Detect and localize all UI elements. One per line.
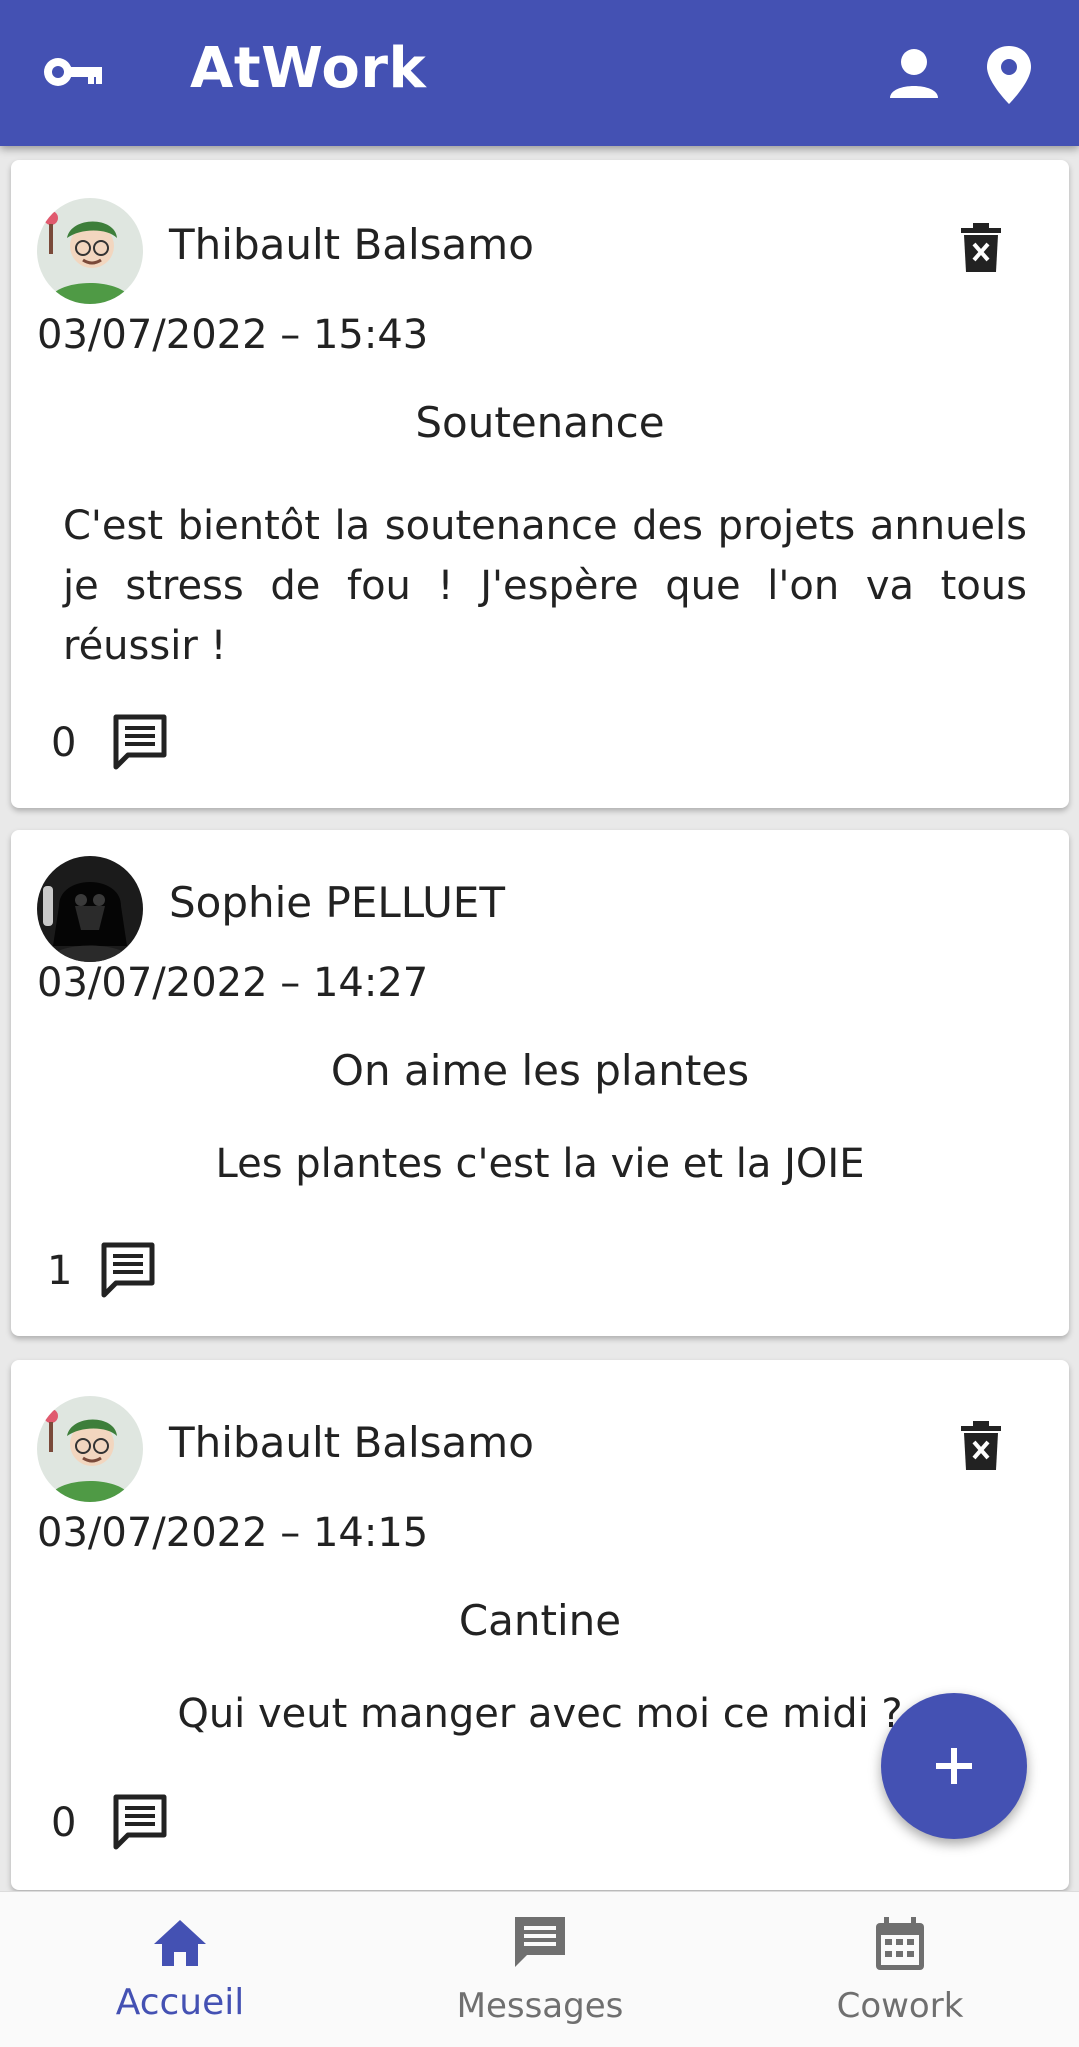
key-icon[interactable] [42,52,104,92]
home-icon [154,1920,206,1966]
delete-icon[interactable] [959,1420,1003,1472]
comment-icon[interactable] [111,714,169,770]
post-date: 03/07/2022 – 14:27 [37,960,429,1006]
add-post-button[interactable] [881,1693,1027,1839]
comment-count: 0 [51,1800,77,1846]
post-feed[interactable]: Thibault Balsamo 03/07/2022 – 15:43 Sout… [0,146,1079,1891]
nav-label: Cowork [836,1986,964,2026]
post-card[interactable]: Thibault Balsamo 03/07/2022 – 15:43 Sout… [11,160,1069,808]
avatar [37,856,143,962]
comment-icon[interactable] [111,1794,169,1850]
post-author[interactable]: Thibault Balsamo [169,220,534,269]
nav-label: Accueil [115,1982,245,2023]
post-title: On aime les plantes [330,1046,750,1095]
post-body: C'est bientôt la soutenance des projets … [63,503,1027,669]
avatar-image [37,198,143,304]
bottom-navigation: Accueil Messages Cowork [0,1891,1079,2047]
nav-item-cowork[interactable]: Cowork [780,1892,1020,2047]
avatar [37,198,143,304]
comment-count: 0 [51,720,77,766]
avatar [37,1396,143,1502]
app-title: AtWork [190,36,427,101]
post-title: Soutenance [415,398,665,447]
app-bar: AtWork [0,0,1079,146]
post-date: 03/07/2022 – 15:43 [37,312,429,358]
location-pin-icon[interactable] [984,44,1034,106]
post-card[interactable]: Sophie PELLUET 03/07/2022 – 14:27 On aim… [11,830,1069,1336]
avatar-image [37,1396,143,1502]
delete-icon[interactable] [959,222,1003,274]
calendar-icon [876,1917,924,1970]
avatar-image [37,856,143,962]
post-author[interactable]: Sophie PELLUET [169,878,505,927]
post-body: Les plantes c'est la vie et la JOIE [215,1141,865,1187]
post-title: Cantine [458,1596,622,1645]
message-icon [515,1917,565,1967]
plus-icon [936,1748,972,1784]
nav-item-messages[interactable]: Messages [420,1892,660,2047]
comment-icon[interactable] [99,1242,157,1298]
nav-label: Messages [456,1986,624,2026]
person-icon[interactable] [886,46,942,102]
post-date: 03/07/2022 – 14:15 [37,1510,429,1556]
comment-count: 1 [47,1248,73,1294]
nav-item-accueil[interactable]: Accueil [60,1892,300,2047]
post-author[interactable]: Thibault Balsamo [169,1418,534,1467]
